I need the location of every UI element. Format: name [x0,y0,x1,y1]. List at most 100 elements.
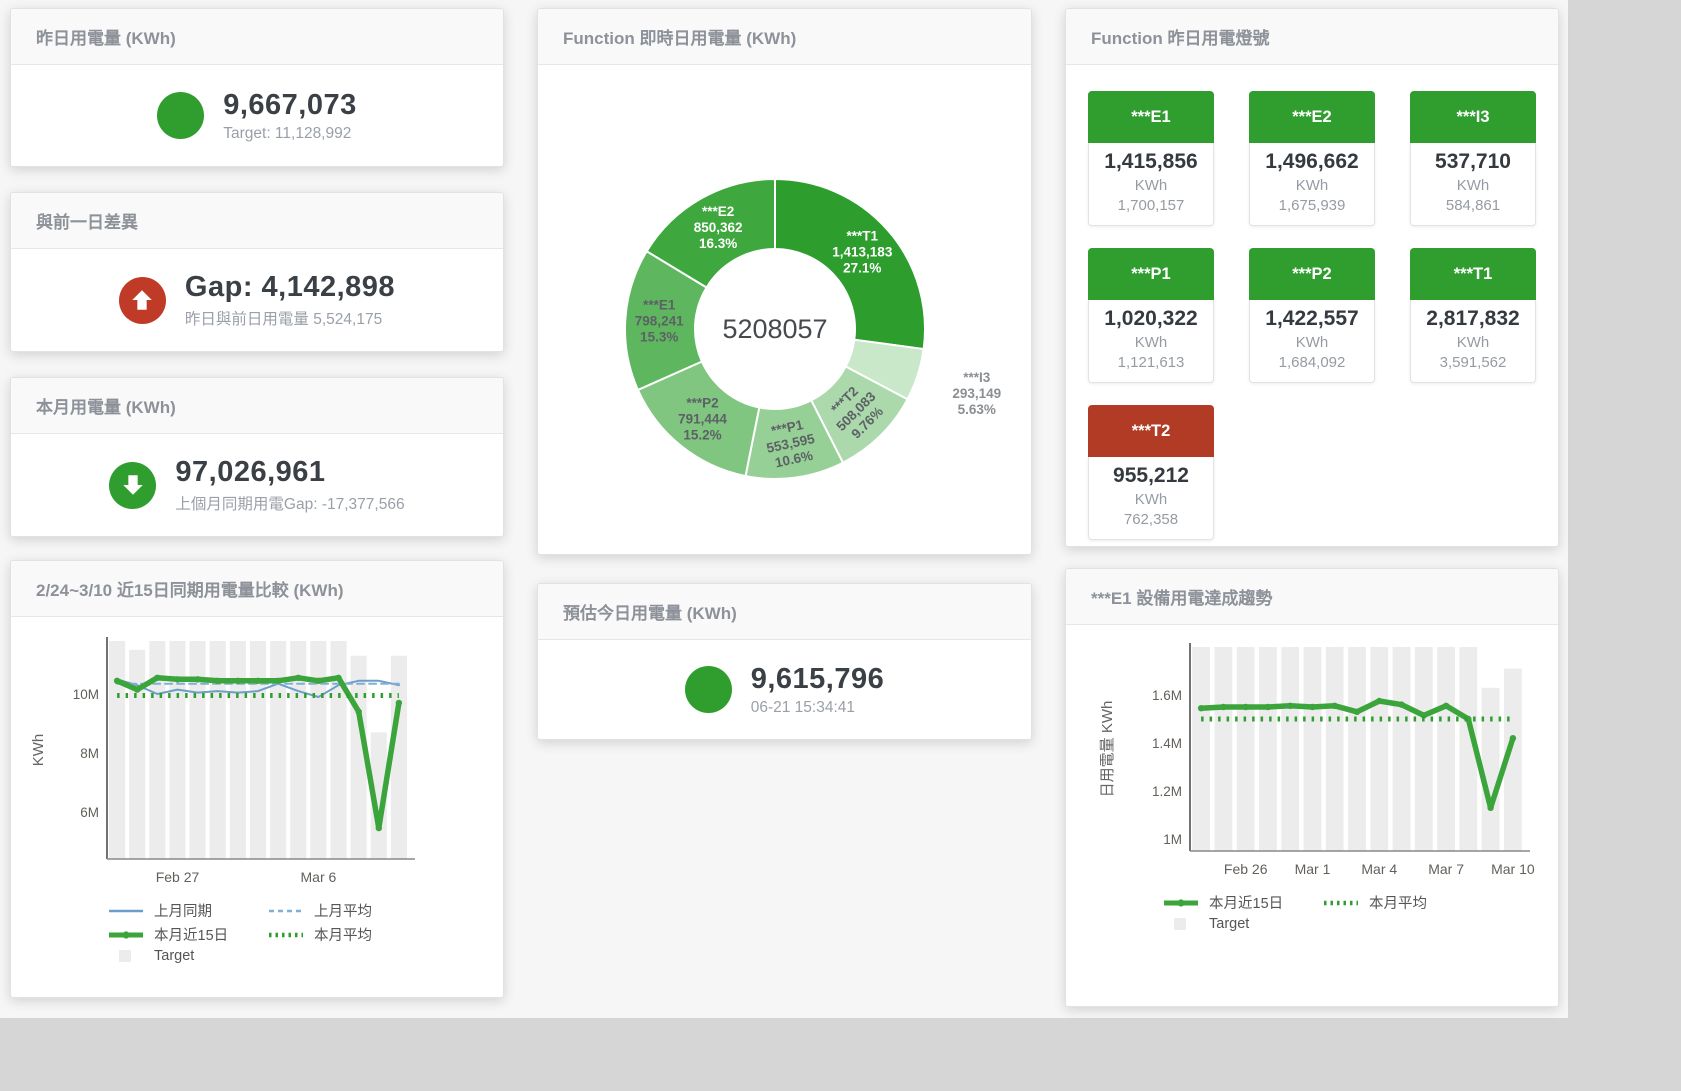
legend-row: Target [107,948,503,964]
legend-row: 本月近15日本月平均 [1162,892,1558,913]
legend-item[interactable]: 上月同期 [107,900,267,921]
tile-value: 1,415,856 [1093,150,1209,174]
x-tick-label: Mar 4 [1361,861,1397,877]
series-marker [1309,704,1315,710]
target-bar [230,641,246,859]
series-marker [1198,705,1204,711]
panel-header: Function 昨日用電燈號 [1066,9,1558,65]
target-bar [190,641,206,859]
legend-swatch-box [1162,918,1200,930]
light-tile-E1: ***E1 1,415,856 KWh 1,700,157 [1088,91,1214,226]
tile-body: 1,422,557 KWh 1,684,092 [1249,300,1375,383]
x-tick-label: Mar 1 [1295,861,1331,877]
tile-target: 1,684,092 [1254,354,1370,371]
panel-title: Function 即時日用電量 (KWh) [563,24,796,49]
stat-value: 9,667,073 [223,89,357,122]
stat-subtitle: 06-21 15:34:41 [751,699,885,717]
tile-unit: KWh [1415,177,1531,194]
panel-yesterday-usage: 昨日用電量 (KWh) 9,667,073 Target: 11,128,992 [10,8,504,167]
target-bar [1304,647,1322,851]
tile-value: 1,422,557 [1254,307,1370,331]
light-tile-P1: ***P11,020,322KWh1,121,613 [1088,248,1214,383]
legend-swatch-solid-thick [107,929,145,941]
panel-gap-previous-day: 與前一日差異 Gap: 4,142,898 昨日與前日用電量 5,524,175 [10,192,504,352]
target-bar [149,641,165,859]
y-tick-label: 1.6M [1152,688,1182,703]
series-marker [215,678,221,684]
target-bar [1259,647,1277,851]
energy-dashboard: 昨日用電量 (KWh) 9,667,073 Target: 11,128,992… [0,0,1681,1091]
series-marker [1443,703,1449,709]
down-arrow-icon [120,472,146,498]
legend-swatch-solid-thick [1162,897,1200,909]
tile-value: 537,710 [1415,150,1531,174]
tile-target: 3,591,562 [1415,354,1531,371]
target-bar [1215,647,1233,851]
panel-header: 昨日用電量 (KWh) [11,9,503,65]
series-marker [255,678,261,684]
y-tick-label: 1.4M [1152,736,1182,751]
panel-title: 2/24~3/10 近15日同期用電量比較 (KWh) [36,576,344,601]
tile-header: ***T2 [1088,405,1214,457]
tile-target: 1,700,157 [1093,197,1209,214]
legend-item[interactable]: 本月近15日 [107,924,267,945]
series-marker [295,675,301,681]
target-bar [1415,647,1433,851]
legend-swatch-solid-thin [107,905,145,917]
tile-unit: KWh [1093,177,1209,194]
tile-unit: KWh [1093,491,1209,508]
tile-unit: KWh [1415,334,1531,351]
y-axis-title: 日用電量 KWh [1099,701,1116,798]
legend-label: 上月平均 [314,900,372,921]
target-bar [1192,647,1210,851]
panel-body: 9,667,073 Target: 11,128,992 [11,65,503,166]
light-tiles-grid: ***E1 1,415,856 KWh 1,700,157 ***E21,496,662… [1066,65,1558,540]
panel-realtime-usage-donut: Function 即時日用電量 (KWh) ***T11,413,18327.1… [537,8,1032,555]
panel-e1-trend-chart: ***E1 設備用電達成趨勢 1M1.2M1.4M1.6MFeb 26Mar 1… [1065,568,1559,1007]
legend-label: Target [154,948,194,964]
series-marker [1398,701,1404,707]
legend-item[interactable]: 本月平均 [267,924,427,945]
legend-item[interactable]: 上月平均 [267,900,427,921]
tile-header: ***E1 [1088,91,1214,143]
legend-item[interactable]: Target [1162,916,1322,932]
target-bar [1482,688,1500,851]
comparison-chart-legend: 上月同期 上月平均本月近15日本月平均 Target [11,895,503,964]
y-axis-title: KWh [30,734,47,767]
tile-value: 955,212 [1093,464,1209,488]
series-marker [1287,703,1293,709]
y-tick-label: 8M [80,746,99,761]
tile-target: 584,861 [1415,197,1531,214]
tile-unit: KWh [1093,334,1209,351]
realtime-usage-donut-chart: ***T11,413,18327.1%***I3293,1495.63%***T… [550,161,1020,497]
tile-header: ***P2 [1249,248,1375,300]
stat-subtitle: 昨日與前日用電量 5,524,175 [185,307,395,329]
donut-center-total: 5208057 [722,314,827,344]
tile-value: 1,496,662 [1254,150,1370,174]
y-tick-label: 1M [1163,832,1182,847]
stat-value: 9,615,796 [751,663,885,696]
panel-header: 預估今日用電量 (KWh) [538,584,1031,640]
x-tick-label: Mar 7 [1428,861,1464,877]
panel-title: 預估今日用電量 (KWh) [563,599,737,624]
tile-unit: KWh [1254,334,1370,351]
light-tile-E2: ***E21,496,662KWh1,675,939 [1249,91,1375,226]
legend-row: 上月同期 上月平均 [107,900,503,921]
panel-estimated-today-usage: 預估今日用電量 (KWh) 9,615,796 06-21 15:34:41 [537,583,1032,740]
panel-title: 本月用電量 (KWh) [36,393,176,418]
target-bar [1393,647,1411,851]
legend-item[interactable]: 本月平均 [1322,892,1482,913]
x-tick-label: Feb 27 [156,869,200,885]
legend-swatch-dotted [267,929,305,941]
legend-row: Target [1162,916,1558,932]
legend-item[interactable]: 本月近15日 [1162,892,1322,913]
series-marker [1354,709,1360,715]
legend-item[interactable]: Target [107,948,267,964]
light-tile-T2: ***T2955,212KWh762,358 [1088,405,1214,540]
target-bar [169,641,185,859]
status-circle-icon [685,666,732,713]
target-bar [290,641,306,859]
panel-header: Function 即時日用電量 (KWh) [538,9,1031,65]
series-marker [315,678,321,684]
panel-title: ***E1 設備用電達成趨勢 [1091,584,1272,609]
